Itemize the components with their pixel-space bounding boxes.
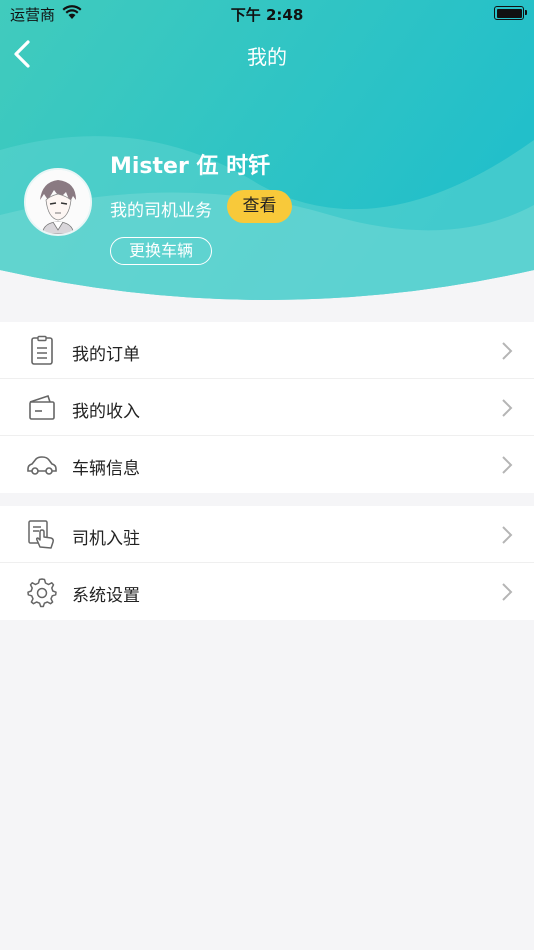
avatar-image (26, 170, 90, 234)
avatar[interactable] (24, 168, 92, 236)
menu-item-label: 我的收入 (72, 402, 140, 422)
menu-group-secondary: 司机入驻 系统设置 (0, 506, 534, 620)
menu-item-vehicle-info[interactable]: 车辆信息 (0, 436, 534, 493)
menu-item-driver-register[interactable]: 司机入驻 (0, 506, 534, 563)
menu-item-label: 司机入驻 (72, 529, 140, 549)
clock: 下午 2:48 (230, 6, 304, 24)
hand-tap-icon (28, 520, 54, 549)
page-title: 我的 (247, 45, 287, 69)
menu-group-primary: 我的订单 我的收入 车辆信息 (0, 322, 534, 493)
menu-item-label: 车辆信息 (72, 459, 140, 479)
wallet-icon (29, 394, 55, 420)
chevron-right-icon (502, 399, 513, 417)
profile-header: 运营商 下午 2:48 我的 Mister 伍 时钎 我的司机业务 查看 更换车… (0, 0, 534, 304)
chevron-right-icon (502, 342, 513, 360)
menu-item-orders[interactable]: 我的订单 (0, 322, 534, 379)
menu-item-label: 系统设置 (72, 586, 140, 606)
battery-icon (494, 6, 527, 20)
menu-item-settings[interactable]: 系统设置 (0, 563, 534, 620)
change-vehicle-button[interactable]: 更换车辆 (110, 237, 212, 265)
chevron-right-icon (502, 456, 513, 474)
status-bar: 运营商 下午 2:48 (0, 0, 534, 28)
view-button[interactable]: 查看 (227, 190, 292, 223)
clipboard-icon (31, 335, 53, 365)
car-icon (27, 456, 57, 475)
chevron-right-icon (502, 583, 513, 601)
gear-icon (27, 578, 57, 608)
chevron-right-icon (502, 526, 513, 544)
user-name: Mister 伍 时钎 (110, 154, 271, 179)
menu-item-label: 我的订单 (72, 345, 140, 365)
menu-item-income[interactable]: 我的收入 (0, 379, 534, 436)
driver-business-label: 我的司机业务 (110, 201, 212, 221)
